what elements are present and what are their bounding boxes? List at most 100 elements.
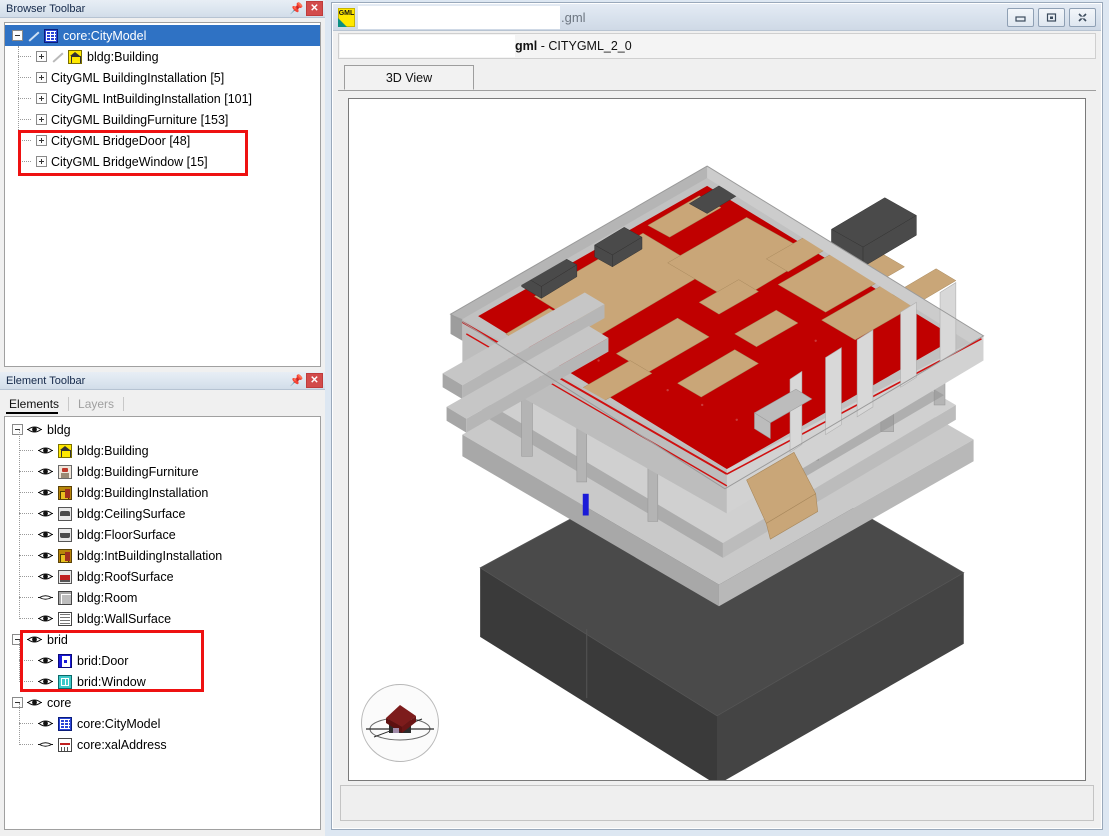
element-tree-row[interactable]: brid — [5, 629, 320, 650]
collapse-icon[interactable] — [12, 634, 23, 645]
expand-icon[interactable] — [36, 51, 47, 62]
element-tree-row[interactable]: brid:Window — [5, 671, 320, 692]
eye-visible-icon[interactable] — [38, 570, 54, 584]
citymodel-icon — [58, 716, 72, 731]
element-tree-label: bldg:Room — [77, 590, 138, 605]
browser-tree-row[interactable]: CityGML BridgeDoor [48] — [5, 130, 320, 151]
eye-visible-icon[interactable] — [27, 633, 43, 647]
eye-visible-icon[interactable] — [38, 675, 54, 689]
eye-visible-icon[interactable] — [27, 696, 43, 710]
row-indent — [5, 429, 12, 430]
eye-visible-icon[interactable] — [38, 549, 54, 563]
browser-panel-buttons: 📌 ✕ — [290, 1, 323, 16]
tree-connector — [19, 597, 33, 598]
application-window: Browser Toolbar 📌 ✕ core:CityModel bldg:B… — [0, 0, 1109, 836]
eye-visible-icon[interactable] — [38, 654, 54, 668]
row-indent — [5, 639, 12, 640]
element-tree-row[interactable]: bldg:FloorSurface — [5, 524, 320, 545]
element-tree-label: bldg:WallSurface — [77, 611, 172, 626]
element-tree-row[interactable]: bldg — [5, 419, 320, 440]
eye-visible-icon[interactable] — [38, 717, 54, 731]
browser-tree-scroll[interactable]: core:CityModel bldg:Building CityGML Build… — [4, 22, 321, 367]
pin-icon[interactable]: 📌 — [290, 373, 304, 388]
close-icon[interactable]: ✕ — [306, 373, 323, 388]
browser-tree-row[interactable]: CityGML BuildingInstallation [5] — [5, 67, 320, 88]
expand-icon[interactable] — [36, 114, 47, 125]
element-tree-row[interactable]: bldg:RoofSurface — [5, 566, 320, 587]
window-title-redacted — [358, 5, 560, 29]
pin-icon[interactable]: 📌 — [290, 1, 304, 16]
element-toolbar-panel: Element Toolbar 📌 ✕ Elements Layers bldg… — [0, 372, 325, 836]
gml-app-icon: GML — [338, 7, 355, 27]
element-tree-label: core:CityModel — [77, 716, 161, 731]
element-tree-row[interactable]: bldg:BuildingInstallation — [5, 482, 320, 503]
tab-3d-view[interactable]: 3D View — [344, 65, 474, 90]
tree-connector — [19, 471, 33, 472]
collapse-icon[interactable] — [12, 697, 23, 708]
element-tree-row[interactable]: bldg:CeilingSurface — [5, 503, 320, 524]
tree-connector — [18, 46, 19, 172]
browser-tree-row[interactable]: core:CityModel — [5, 25, 320, 46]
close-icon[interactable]: ✕ — [306, 1, 323, 16]
document-subtitle-bar: gml - CITYGML_2_0 — [338, 33, 1096, 59]
subtitle-separator: - — [537, 39, 549, 53]
tree-connector — [18, 56, 31, 57]
element-tree-row[interactable]: core — [5, 692, 320, 713]
element-tree-row[interactable]: core:CityModel — [5, 713, 320, 734]
browser-tree-label: CityGML BuildingFurniture [153] — [51, 112, 229, 127]
element-tree-label: bldg:FloorSurface — [77, 527, 176, 542]
navigation-cube-icon[interactable] — [361, 684, 439, 762]
tree-connector — [19, 534, 33, 535]
browser-tree-row[interactable]: CityGML BuildingFurniture [153] — [5, 109, 320, 130]
tree-connector — [18, 161, 31, 162]
main-window: GML .gml gml - CITYGML_2_0 3D View — [325, 0, 1109, 836]
close-icon[interactable] — [1069, 8, 1096, 27]
eye-visible-icon[interactable] — [27, 423, 43, 437]
element-tree-label: brid — [47, 632, 68, 647]
building-icon — [68, 49, 82, 64]
3d-viewport[interactable] — [348, 98, 1086, 781]
browser-tree-row[interactable]: CityGML IntBuildingInstallation [101] — [5, 88, 320, 109]
tree-connector — [19, 555, 33, 556]
view-tabstrip: 3D View — [338, 65, 1096, 91]
expand-icon[interactable] — [36, 72, 47, 83]
element-tree-row[interactable]: bldg:Room — [5, 587, 320, 608]
eye-visible-icon[interactable] — [38, 528, 54, 542]
restore-icon[interactable] — [1038, 8, 1065, 27]
tab-divider-2 — [123, 397, 125, 411]
eye-hidden-icon[interactable] — [38, 738, 54, 752]
browser-toolbar-panel: Browser Toolbar 📌 ✕ core:CityModel bldg:B… — [0, 0, 325, 372]
expand-icon[interactable] — [36, 156, 47, 167]
element-tree-row[interactable]: bldg:Building — [5, 440, 320, 461]
eye-hidden-icon[interactable] — [38, 591, 54, 605]
eye-visible-icon[interactable] — [38, 444, 54, 458]
element-tree-scroll[interactable]: bldg bldg:Building bldg:BuildingFurniture b… — [4, 416, 321, 830]
roof-icon — [58, 569, 72, 584]
element-tree-row[interactable]: bldg:WallSurface — [5, 608, 320, 629]
browser-tree-row[interactable]: bldg:Building — [5, 46, 320, 67]
eye-visible-icon[interactable] — [38, 507, 54, 521]
element-tree-row[interactable]: brid:Door — [5, 650, 320, 671]
eye-visible-icon[interactable] — [38, 465, 54, 479]
element-tree-row[interactable]: bldg:BuildingFurniture — [5, 461, 320, 482]
element-tree-row[interactable]: core:xalAddress — [5, 734, 320, 755]
eye-visible-icon[interactable] — [38, 612, 54, 626]
eye-visible-icon[interactable] — [38, 486, 54, 500]
collapse-icon[interactable] — [12, 30, 23, 41]
subtitle-text: gml - CITYGML_2_0 — [515, 39, 632, 53]
browser-tree-row[interactable]: CityGML BridgeWindow [15] — [5, 151, 320, 172]
tab-layers[interactable]: Layers — [69, 397, 123, 414]
element-tree-row[interactable]: bldg:IntBuildingInstallation — [5, 545, 320, 566]
element-tree-label: brid:Window — [77, 674, 146, 689]
collapse-icon[interactable] — [12, 424, 23, 435]
element-tree-label: bldg:IntBuildingInstallation — [77, 548, 223, 563]
tree-connector — [19, 576, 33, 577]
window-titlebar[interactable]: GML .gml — [333, 4, 1101, 31]
window-controls — [1007, 8, 1096, 27]
expand-icon[interactable] — [36, 135, 47, 146]
expand-icon[interactable] — [36, 93, 47, 104]
door-icon — [58, 653, 72, 668]
minimize-icon[interactable] — [1007, 8, 1034, 27]
row-indent — [5, 702, 12, 703]
tree-connector — [19, 744, 33, 745]
